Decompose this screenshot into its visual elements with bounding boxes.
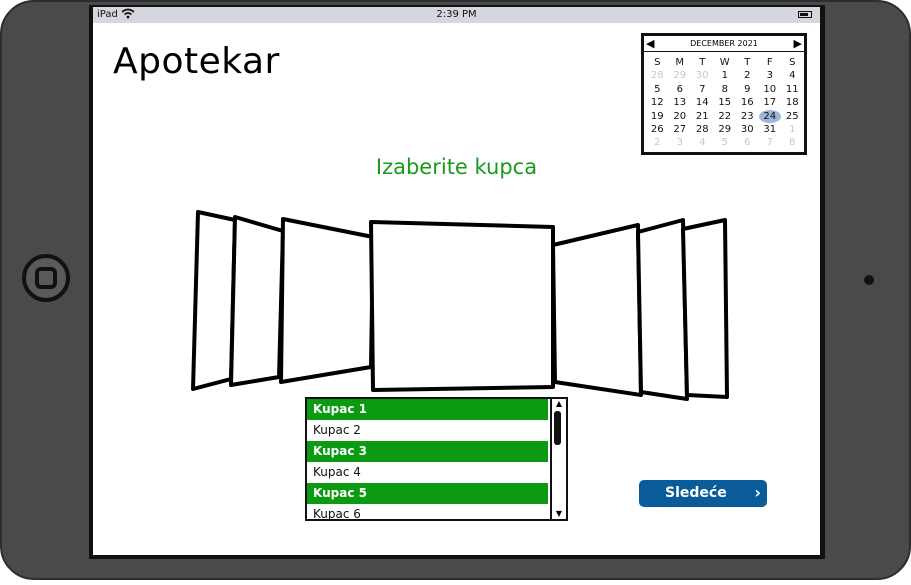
list-item[interactable]: Kupac 6	[307, 504, 548, 519]
list-item[interactable]: Kupac 3	[307, 441, 548, 462]
home-square-icon	[35, 267, 57, 289]
screen: iPad 2:39 PM Apotekar ◀ DECEMBER 2021 ▶ …	[93, 7, 820, 555]
list-item[interactable]: Kupac 1	[307, 399, 548, 420]
scroll-down-icon[interactable]: ▼	[552, 509, 566, 519]
cover-right-2	[636, 218, 689, 401]
next-button[interactable]: Sledeće ›	[639, 480, 767, 507]
cover-right-1	[551, 223, 643, 397]
cover-left-2	[229, 215, 285, 387]
screen-bezel: iPad 2:39 PM Apotekar ◀ DECEMBER 2021 ▶ …	[89, 5, 825, 559]
chevron-right-icon: ›	[754, 483, 761, 502]
home-button[interactable]	[22, 254, 70, 302]
ipad-frame: iPad 2:39 PM Apotekar ◀ DECEMBER 2021 ▶ …	[0, 0, 911, 580]
list-item[interactable]: Kupac 5	[307, 483, 548, 504]
list-item[interactable]: Kupac 2	[307, 420, 548, 441]
scroll-thumb[interactable]	[554, 411, 561, 445]
cover-left-3	[191, 210, 237, 391]
customer-list[interactable]: Kupac 1 Kupac 2 Kupac 3 Kupac 4 Kupac 5 Kupac…	[305, 397, 568, 521]
list-item[interactable]: Kupac 4	[307, 462, 548, 483]
cover-center	[369, 220, 555, 392]
list-scrollbar[interactable]: ▲ ▼	[550, 399, 566, 519]
cover-right-3	[681, 218, 729, 399]
customer-list-rows: Kupac 1 Kupac 2 Kupac 3 Kupac 4 Kupac 5 Kupac…	[307, 399, 566, 519]
camera-icon	[864, 275, 874, 285]
scroll-up-icon[interactable]: ▲	[552, 399, 566, 409]
cover-left-1	[279, 217, 375, 384]
next-button-label: Sledeće	[665, 485, 727, 501]
